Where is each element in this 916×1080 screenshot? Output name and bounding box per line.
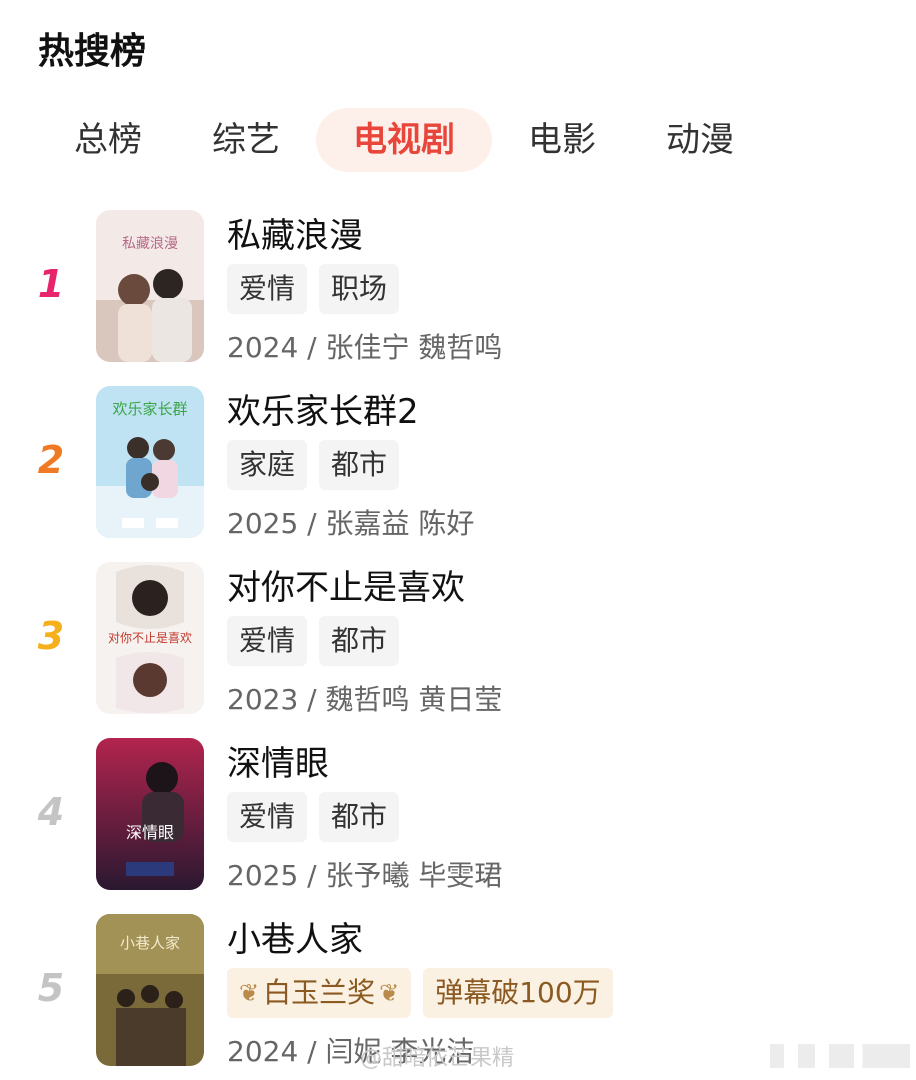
tag-list: ❦ 白玉兰奖 ❦ 弹幕破100万 — [227, 968, 613, 1018]
laurel-right-icon: ❦ — [379, 979, 400, 1007]
laurel-left-icon: ❦ — [239, 979, 260, 1007]
page-title: 热搜榜 — [38, 31, 147, 72]
svg-text:欢乐家长群: 欢乐家长群 — [112, 400, 187, 418]
item-title: 欢乐家长群2 — [227, 392, 419, 432]
genre-tag[interactable]: 都市 — [319, 616, 400, 666]
watermark-logo — [770, 1044, 910, 1068]
genre-tag[interactable]: 都市 — [319, 792, 400, 842]
tab-overall[interactable]: 总榜 — [64, 108, 152, 172]
list-item[interactable]: 3 对你不止是喜欢 对你不止是喜欢 爱情 都市 2023 / 魏哲鸣 黄日莹 — [0, 552, 916, 728]
category-tabs: 总榜 综艺 电视剧 电影 动漫 — [0, 108, 916, 172]
svg-text:对你不止是喜欢: 对你不止是喜欢 — [108, 630, 192, 645]
item-meta: 2023 / 魏哲鸣 黄日莹 — [227, 683, 503, 716]
tab-variety[interactable]: 综艺 — [202, 108, 290, 172]
tab-movie[interactable]: 电影 — [518, 108, 606, 172]
genre-tag[interactable]: 职场 — [319, 264, 400, 314]
poster-image[interactable]: 深情眼 — [96, 738, 204, 890]
item-meta: 2025 / 张嘉益 陈好 — [227, 507, 475, 540]
ranking-list: 1 私藏浪漫 私藏浪漫 爱情 职场 2024 / 张佳宁 魏哲鸣 2 欢乐家长群… — [0, 200, 916, 1080]
tag-list: 家庭 都市 — [227, 440, 400, 490]
list-item[interactable]: 2 欢乐家长群 欢乐家长群2 家庭 都市 2025 / 张嘉益 陈好 — [0, 376, 916, 552]
watermark-text: @甜暗依芒果精 — [360, 1046, 515, 1071]
genre-tag[interactable]: 爱情 — [227, 792, 308, 842]
tag-list: 爱情 都市 — [227, 792, 400, 842]
tab-anime[interactable]: 动漫 — [656, 108, 744, 172]
poster-image[interactable]: 欢乐家长群 — [96, 386, 204, 538]
tag-list: 爱情 都市 — [227, 616, 400, 666]
poster-image[interactable]: 私藏浪漫 — [96, 210, 204, 362]
item-title: 私藏浪漫 — [227, 216, 363, 256]
item-meta: 2025 / 张予曦 毕雯珺 — [227, 859, 503, 892]
award-label: 白玉兰奖 — [263, 976, 376, 1009]
genre-tag[interactable]: 都市 — [319, 440, 400, 490]
rank-number: 3 — [37, 614, 65, 658]
item-title: 深情眼 — [227, 744, 329, 784]
item-meta: 2024 / 张佳宁 魏哲鸣 — [227, 331, 503, 364]
item-title: 小巷人家 — [227, 920, 363, 960]
tag-list: 爱情 职场 — [227, 264, 400, 314]
list-item[interactable]: 4 深情眼 深情眼 爱情 都市 2025 / 张予曦 毕雯珺 — [0, 728, 916, 904]
highlight-badge[interactable]: 弹幕破100万 — [423, 968, 613, 1018]
tab-tv-series[interactable]: 电视剧 — [316, 108, 492, 172]
poster-image[interactable]: 小巷人家 — [96, 914, 204, 1066]
item-title: 对你不止是喜欢 — [227, 568, 465, 608]
svg-text:小巷人家: 小巷人家 — [120, 934, 180, 952]
rank-number: 5 — [37, 966, 65, 1010]
genre-tag[interactable]: 爱情 — [227, 264, 308, 314]
svg-text:深情眼: 深情眼 — [126, 823, 174, 842]
genre-tag[interactable]: 爱情 — [227, 616, 308, 666]
list-item[interactable]: 1 私藏浪漫 私藏浪漫 爱情 职场 2024 / 张佳宁 魏哲鸣 — [0, 200, 916, 376]
poster-image[interactable]: 对你不止是喜欢 — [96, 562, 204, 714]
rank-number: 4 — [37, 790, 65, 834]
rank-number: 2 — [37, 438, 65, 482]
svg-text:私藏浪漫: 私藏浪漫 — [122, 236, 178, 252]
award-badge[interactable]: ❦ 白玉兰奖 ❦ — [227, 968, 412, 1018]
genre-tag[interactable]: 家庭 — [227, 440, 308, 490]
rank-number: 1 — [37, 262, 65, 306]
